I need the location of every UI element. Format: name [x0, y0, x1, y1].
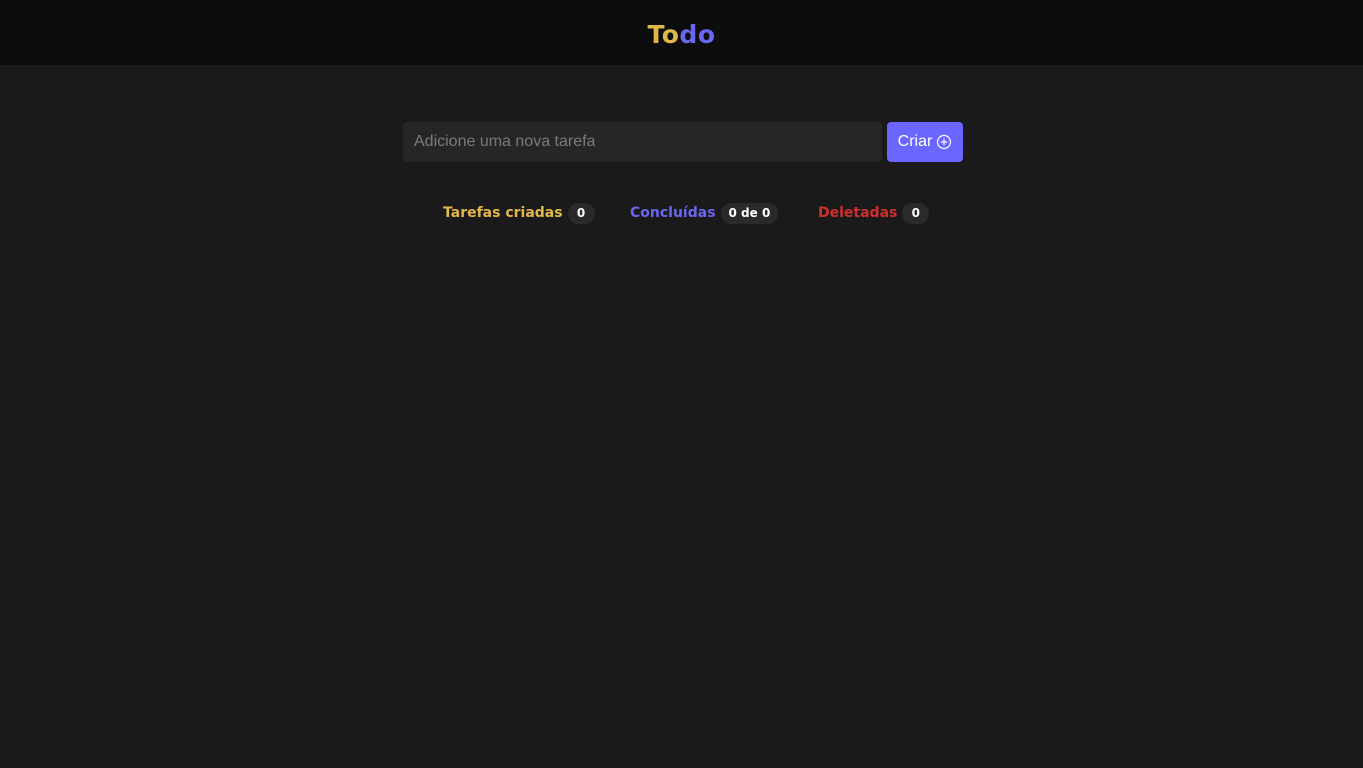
created-tasks-count: 0 — [567, 202, 595, 224]
completed-tasks-label: Concluídas — [630, 205, 716, 221]
app-header: Todo — [0, 0, 1363, 65]
new-task-input[interactable] — [403, 122, 882, 162]
logo-part-do: do — [679, 20, 716, 49]
deleted-tasks-count: 0 — [902, 202, 930, 224]
new-task-form: Criar — [403, 122, 963, 162]
plus-circle-icon — [937, 134, 952, 150]
completed-tasks-count: 0 de 0 — [720, 202, 779, 224]
stat-deleted-tasks: Deletadas 0 — [818, 202, 930, 224]
create-task-button[interactable]: Criar — [887, 122, 963, 162]
app-logo: Todo — [0, 18, 1363, 52]
stat-created-tasks: Tarefas criadas 0 — [443, 202, 595, 224]
create-button-label: Criar — [897, 133, 933, 150]
deleted-tasks-label: Deletadas — [818, 205, 898, 221]
stat-completed-tasks: Concluídas 0 de 0 — [630, 202, 779, 224]
created-tasks-label: Tarefas criadas — [443, 205, 563, 221]
logo-part-to: To — [647, 20, 680, 49]
